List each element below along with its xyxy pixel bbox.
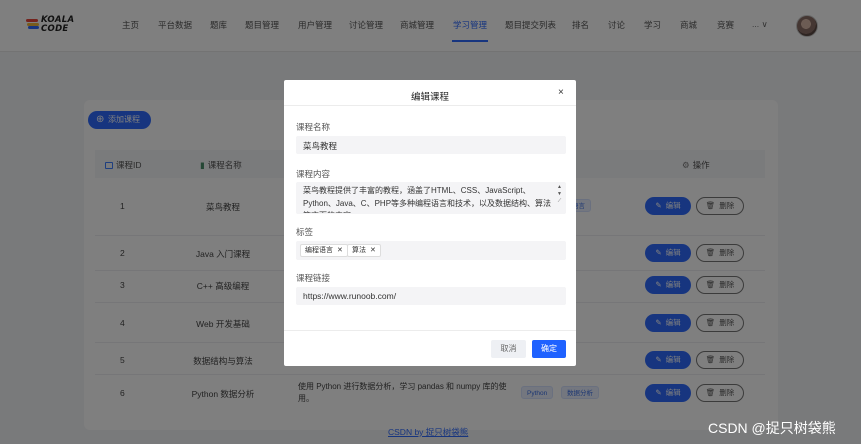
tags-input[interactable]: 编程语言 ✕ 算法 ✕ [296, 241, 566, 260]
course-link-value: https://www.runoob.com/ [303, 291, 397, 301]
dialog-footer-divider [284, 330, 576, 331]
edit-course-dialog: 编辑课程 × 课程名称 菜鸟教程 课程内容 菜鸟教程提供了丰富的教程，涵盖了HT… [284, 80, 576, 366]
course-content-textarea[interactable]: 菜鸟教程提供了丰富的教程，涵盖了HTML、CSS、JavaScript、Pyth… [296, 182, 566, 214]
course-name-value: 菜鸟教程 [303, 141, 338, 151]
watermark: CSDN @捉只树袋熊 [708, 420, 836, 436]
course-link-input[interactable]: https://www.runoob.com/ [296, 287, 566, 305]
cancel-button[interactable]: 取消 [491, 340, 526, 358]
tag-chip: 编程语言 ✕ [300, 244, 348, 257]
close-icon[interactable]: × [558, 87, 564, 98]
dialog-title: 编辑课程 [410, 92, 449, 103]
course-name-input[interactable]: 菜鸟教程 [296, 136, 566, 154]
tags-label: 标签 [296, 227, 314, 237]
dialog-header-divider [284, 105, 576, 106]
course-link-label: 课程链接 [296, 273, 331, 283]
course-content-label: 课程内容 [296, 169, 331, 179]
course-name-label: 课程名称 [296, 122, 331, 132]
tag-chip: 算法 ✕ [347, 244, 381, 257]
remove-tag-icon[interactable]: ✕ [370, 247, 376, 254]
textarea-scroll-arrows-icon[interactable]: ▲ ▼ ⟋ [557, 184, 562, 205]
course-content-value: 菜鸟教程提供了丰富的教程，涵盖了HTML、CSS、JavaScript、Pyth… [303, 186, 552, 213]
remove-tag-icon[interactable]: ✕ [337, 247, 343, 254]
confirm-button[interactable]: 确定 [532, 340, 566, 358]
